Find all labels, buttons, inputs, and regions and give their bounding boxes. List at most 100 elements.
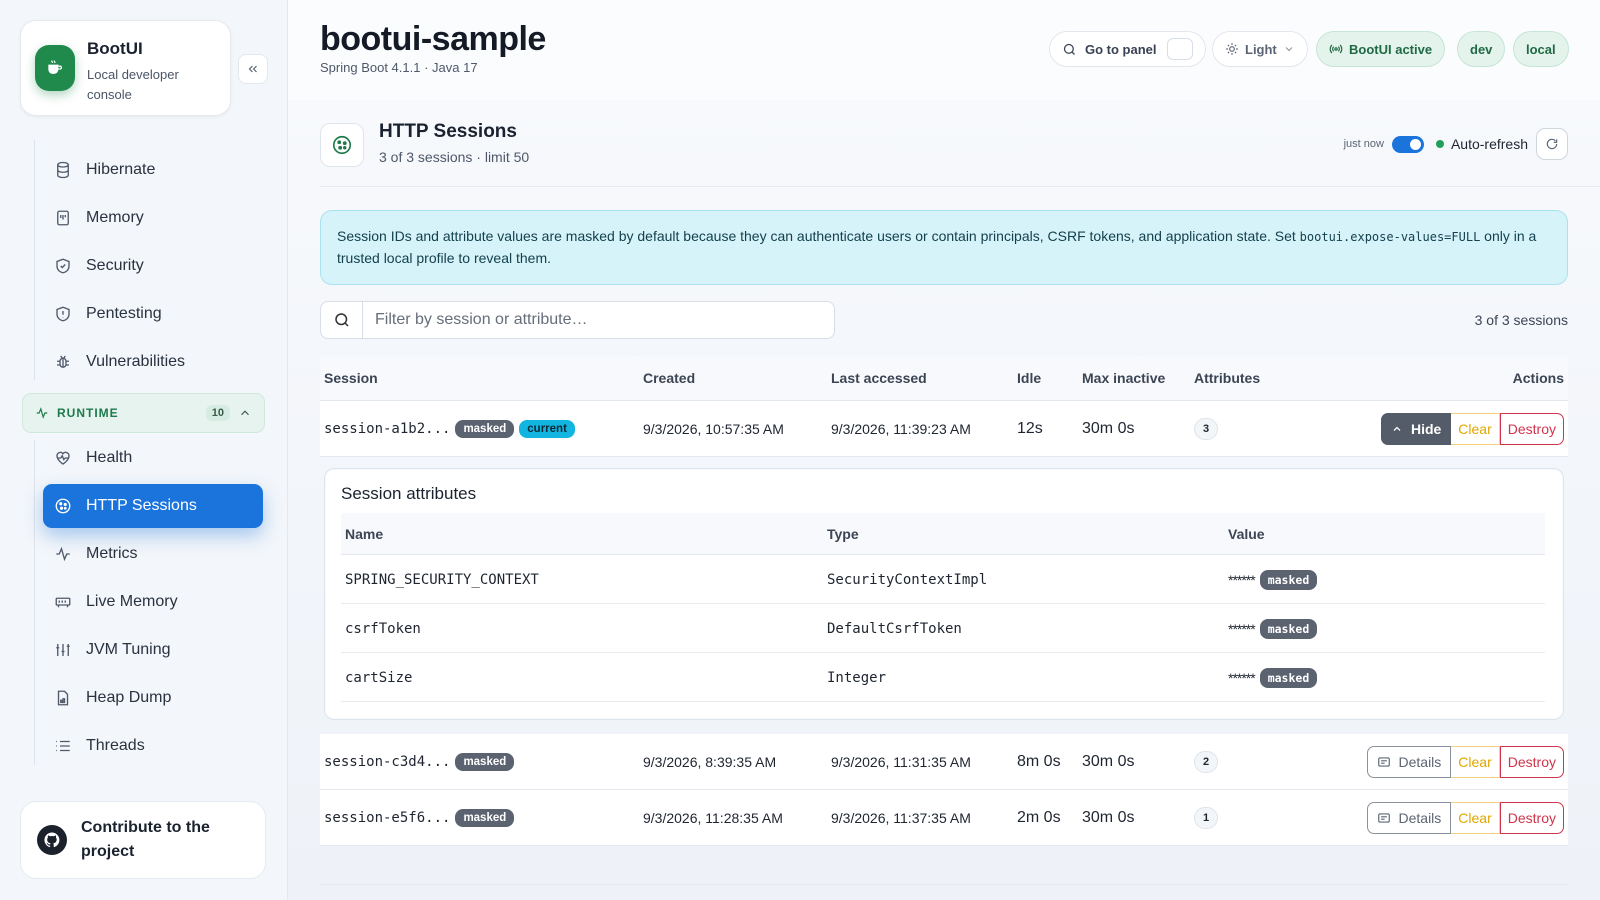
clear-button[interactable]: Clear (1451, 802, 1500, 834)
alert-code: bootui.expose-values=FULL (1299, 230, 1481, 244)
column-header: Type (827, 526, 859, 542)
contribute-card[interactable]: Contribute to the project (20, 801, 266, 879)
profile-badge-local[interactable]: local (1513, 31, 1569, 67)
attribute-value: ****** masked (1228, 555, 1318, 604)
collapse-sidebar-button[interactable] (238, 54, 268, 84)
hide-label: Hide (1410, 421, 1442, 437)
coffee-cup-icon (35, 45, 75, 91)
theme-select[interactable]: Light (1212, 31, 1308, 67)
sidebar-item-jvm-tuning[interactable]: JVM Tuning (43, 628, 263, 672)
attributes-header: Name Type Value (341, 513, 1545, 555)
filter-input[interactable] (363, 302, 834, 338)
session-id: session-e5f6... (324, 810, 451, 826)
attributes-cell: 2 (1194, 734, 1218, 790)
sidebar-item-metrics[interactable]: Metrics (43, 532, 263, 576)
heart-pulse-icon (54, 449, 72, 467)
profile-label: dev (1470, 41, 1493, 57)
chevron-down-icon (1285, 47, 1293, 52)
attribute-row: cartSize Integer ****** masked (341, 653, 1545, 702)
refresh-button[interactable] (1536, 128, 1568, 160)
sidebar-item-memory[interactable]: Memory (43, 196, 263, 240)
bootui-status-label: BootUI active (1349, 41, 1433, 57)
sidebar-item-hibernate[interactable]: Hibernate (43, 148, 263, 192)
session-cell: session-e5f6... masked (324, 790, 515, 846)
masked-badge: masked (1259, 667, 1318, 688)
sidebar-item-health[interactable]: Health (43, 436, 263, 480)
session-attributes-panel: Session attributes Name Type Value SPRIN… (324, 468, 1564, 720)
idle-cell: 8m 0s (1017, 753, 1061, 770)
attribute-value: ****** masked (1228, 653, 1318, 702)
attributes-cell: 3 (1194, 401, 1218, 457)
go-to-panel-button[interactable]: Go to panel (1049, 31, 1206, 67)
clear-button[interactable]: Clear (1451, 413, 1500, 445)
chevron-up-icon (1393, 426, 1401, 431)
column-header: Attributes (1194, 370, 1261, 386)
nav-group-runtime[interactable]: RUNTIME 10 (22, 393, 265, 433)
divider (320, 186, 1600, 187)
search-icon (1063, 43, 1075, 55)
theme-label: Light (1245, 41, 1277, 57)
main-content: HTTP Sessions 3 of 3 sessions · limit 50… (288, 100, 1600, 900)
sidebar-item-threads[interactable]: Threads (43, 724, 263, 768)
destroy-button[interactable]: Destroy (1499, 802, 1564, 834)
column-header: Last accessed (831, 370, 927, 386)
github-icon (37, 825, 67, 855)
destroy-button[interactable]: Destroy (1499, 746, 1564, 778)
broadcast-icon (1329, 44, 1343, 54)
current-badge: current (519, 420, 575, 438)
refresh-icon (1546, 138, 1558, 150)
shield-alert-icon (54, 305, 72, 323)
nav-group-label: RUNTIME (57, 406, 119, 420)
sliders-icon (54, 641, 72, 659)
sidebar-item-label: Vulnerabilities (86, 353, 186, 370)
masked-value: ****** (1228, 571, 1256, 588)
nav-rail (34, 140, 35, 380)
row-actions: Details Clear Destroy (1366, 746, 1564, 778)
table-header: Session Created Last accessed Idle Max i… (320, 356, 1568, 401)
max-inactive-cell: 30m 0s (1082, 809, 1135, 826)
clear-button[interactable]: Clear (1451, 746, 1500, 778)
session-id: session-c3d4... (324, 754, 451, 770)
table-row[interactable]: session-c3d4... masked 9/3/2026, 8:39:35… (320, 734, 1568, 790)
destroy-button[interactable]: Destroy (1499, 413, 1564, 445)
chevron-up-icon (241, 410, 249, 416)
attribute-name: csrfToken (345, 620, 421, 637)
sidebar-item-label: Heap Dump (86, 689, 172, 706)
sidebar-item-pentesting[interactable]: Pentesting (43, 292, 263, 336)
panel-title: HTTP Sessions (379, 121, 517, 142)
cookie-icon (320, 123, 364, 167)
brand-subtitle: Local developer console (87, 67, 179, 102)
masking-info-alert: Session IDs and attribute values are mas… (320, 210, 1568, 285)
go-to-panel-label: Go to panel (1085, 41, 1157, 57)
details-button[interactable]: Details (1366, 746, 1452, 778)
max-inactive-cell: 30m 0s (1082, 753, 1135, 770)
sidebar-item-vulnerabilities[interactable]: Vulnerabilities (43, 340, 263, 384)
idle-cell: 2m 0s (1017, 809, 1061, 826)
sidebar-item-http-sessions[interactable]: HTTP Sessions (43, 484, 263, 528)
details-icon (1377, 757, 1390, 767)
sidebar-item-live-memory[interactable]: Live Memory (43, 580, 263, 624)
attribute-row: SPRING_SECURITY_CONTEXT SecurityContextI… (341, 555, 1545, 604)
sidebar-item-label: Hibernate (86, 161, 156, 178)
auto-refresh-controls: just now Auto-refresh (1344, 128, 1568, 160)
masked-badge: masked (455, 753, 515, 771)
auto-refresh-label: Auto-refresh (1450, 136, 1528, 152)
table-row[interactable]: session-a1b2... masked current 9/3/2026,… (320, 401, 1568, 457)
brand-title: BootUI (87, 39, 143, 58)
masked-badge: masked (1259, 569, 1318, 590)
bootui-status-badge[interactable]: BootUI active (1316, 31, 1446, 67)
created-cell: 9/3/2026, 11:28:35 AM (643, 810, 783, 826)
hide-button[interactable]: Hide (1380, 413, 1452, 445)
bug-icon (54, 353, 72, 371)
page-title: bootui-sample (320, 20, 546, 58)
sidebar-item-security[interactable]: Security (43, 244, 263, 288)
brand-card[interactable]: BootUI Local developer console (20, 20, 231, 116)
auto-refresh-toggle[interactable] (1391, 135, 1424, 153)
details-button[interactable]: Details (1366, 802, 1452, 834)
profile-badge-dev[interactable]: dev (1457, 31, 1506, 67)
table-row[interactable]: session-e5f6... masked 9/3/2026, 11:28:3… (320, 790, 1568, 846)
list-icon (54, 737, 72, 755)
sidebar-item-heap-dump[interactable]: Heap Dump (43, 676, 263, 720)
row-actions: Hide Clear Destroy (1380, 413, 1564, 445)
session-count: 3 of 3 sessions (1474, 312, 1568, 328)
